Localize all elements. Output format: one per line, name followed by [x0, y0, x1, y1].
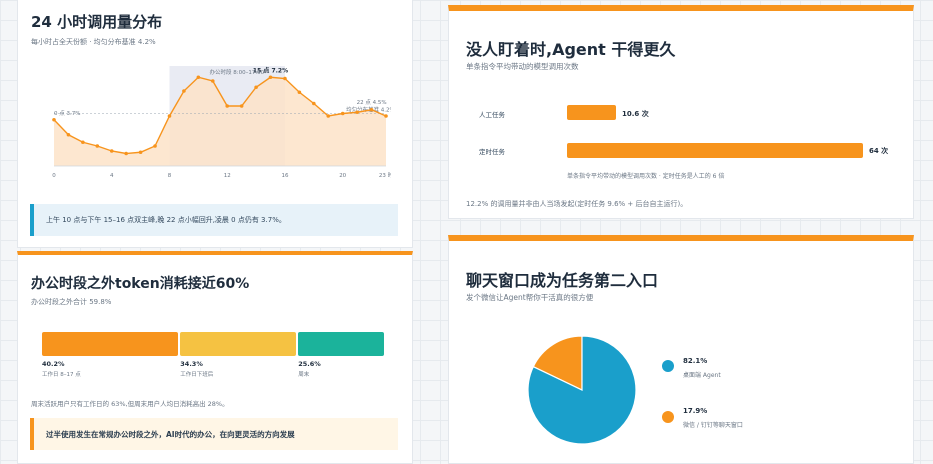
data-point	[66, 132, 71, 137]
data-point	[95, 144, 100, 148]
data-point	[182, 89, 186, 93]
data-point	[340, 111, 345, 116]
hourly-line-chart: 办公时段 8:00–17:00均匀分布基准 4.2%0 4 8 12 16 20 23 时0…	[52, 66, 391, 179]
data-point	[326, 114, 331, 118]
bar-label-manual: 人工任务	[479, 111, 505, 119]
bar-value-scheduled: 64 次	[869, 147, 889, 155]
card-subtitle: 办公时段之外合计 59.8%	[31, 298, 112, 306]
card-subtitle: 单条指令平均带动的模型调用次数	[466, 62, 579, 71]
card-title: 没人盯着时,Agent 干得更久	[466, 40, 676, 59]
segment-workday-after-hours	[180, 332, 297, 356]
data-point	[153, 144, 157, 148]
card-title: 办公时段之外token消耗接近60%	[31, 276, 250, 292]
bar-manual	[567, 105, 617, 120]
legend-label: 桌面端 Agent	[683, 372, 721, 379]
data-point	[167, 114, 172, 118]
card-subtitle: 发个微信让Agent帮你干活真的很方便	[466, 293, 594, 302]
data-point	[297, 90, 302, 95]
bar-scheduled	[567, 143, 863, 158]
data-point	[355, 110, 359, 115]
data-point	[369, 107, 374, 112]
legend-label: 微信 / 钉钉等聊天窗口	[683, 422, 743, 429]
bar-value-manual: 10.6 次	[622, 110, 649, 118]
data-point	[124, 151, 128, 156]
entry-pie-chart	[527, 335, 637, 445]
segment-weekend	[298, 332, 385, 356]
data-point	[52, 117, 56, 122]
point-annotation: 15 点 7.2%	[253, 66, 288, 74]
data-point	[196, 75, 201, 80]
card-description: 12.2% 的调用量并非由人当场发起(定时任务 9.6% + 后台自主运行)。	[466, 200, 688, 208]
data-point	[268, 75, 273, 80]
segment-value: 25.6%	[298, 360, 321, 368]
data-point	[81, 140, 85, 145]
segment-value: 34.3%	[180, 360, 203, 368]
x-tick-label: 16	[281, 173, 288, 179]
x-tick-label: 4	[110, 173, 114, 179]
data-point	[210, 79, 215, 83]
hourly-distribution-card: 24 小时调用量分布 每小时占全天份额 · 均匀分布基准 4.2% 办公时段 8…	[17, 0, 413, 248]
legend-swatch-desktop	[662, 360, 674, 372]
x-tick-label: 0	[52, 173, 56, 179]
agent-runs-longer-card: 没人盯着时,Agent 干得更久 单条指令平均带动的模型调用次数 人工任务 10…	[448, 5, 914, 219]
data-point	[312, 101, 316, 106]
insight-note: 过半使用发生在常规办公时段之外，AI时代的办公，在向更灵活的方向发展	[30, 418, 398, 450]
segment-label: 工作日 8–17 点	[42, 372, 81, 378]
card-description: 周末活跃用户只有工作日的 63%,但周末用户人均日消耗高出 28%。	[31, 400, 229, 408]
data-point	[138, 150, 143, 155]
x-tick-label: 20	[339, 173, 346, 179]
data-point	[225, 104, 230, 108]
legend-value: 82.1%	[683, 357, 708, 365]
card-title: 聊天窗口成为任务第二入口	[466, 271, 659, 290]
point-annotation: 0 点 3.7%	[54, 110, 80, 117]
x-tick-label: 12	[224, 173, 231, 179]
segment-label: 周末	[298, 372, 310, 378]
chat-entry-card: 聊天窗口成为任务第二入口 发个微信让Agent帮你干活真的很方便 82.1% 桌…	[448, 235, 914, 464]
legend-swatch-chat	[662, 411, 674, 423]
card-subtitle: 每小时占全天份额 · 均匀分布基准 4.2%	[31, 38, 156, 46]
data-point	[109, 149, 114, 153]
x-tick-label: 23 时	[379, 171, 391, 179]
data-point	[239, 104, 244, 108]
off-hours-token-card: 办公时段之外token消耗接近60% 办公时段之外合计 59.8% 40.2% …	[17, 251, 413, 464]
data-point	[254, 85, 258, 90]
data-point	[384, 114, 388, 118]
segment-workday-office	[42, 332, 179, 356]
insight-note: 上午 10 点与下午 15–16 点双主峰,晚 22 点小幅回升,凌晨 0 点仍…	[30, 204, 398, 236]
data-point	[283, 76, 287, 81]
point-annotation: 22 点 4.5%	[357, 99, 387, 106]
card-title: 24 小时调用量分布	[31, 13, 163, 31]
bar-label-scheduled: 定时任务	[479, 148, 505, 156]
bar-footnote: 单条指令平均带动的模型调用次数 · 定时任务是人工的 6 倍	[567, 173, 725, 180]
legend-value: 17.9%	[683, 407, 708, 415]
segment-value: 40.2%	[42, 360, 65, 368]
x-tick-label: 8	[168, 173, 172, 179]
segment-label: 工作日下班后	[180, 372, 214, 378]
